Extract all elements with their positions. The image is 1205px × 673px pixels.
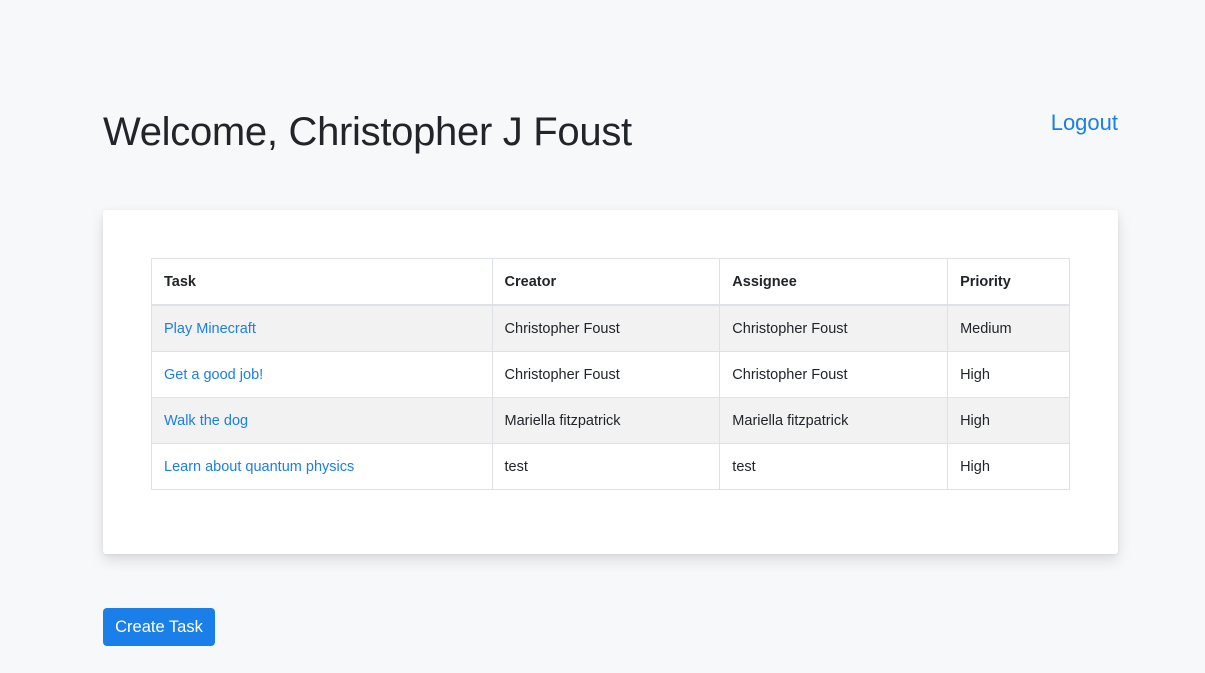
create-task-button[interactable]: Create Task <box>103 608 215 646</box>
creator-cell: Christopher Foust <box>491 351 721 398</box>
column-header-priority: Priority <box>947 258 1070 306</box>
priority-cell: Medium <box>947 304 1070 352</box>
tasks-table: Task Creator Assignee Priority Play Mine… <box>151 258 1070 490</box>
column-header-assignee: Assignee <box>719 258 949 306</box>
priority-cell: High <box>947 443 1070 490</box>
table-header-row: Task Creator Assignee Priority <box>151 258 1070 306</box>
creator-cell: test <box>491 443 721 490</box>
table-row: Walk the dog Mariella fitzpatrick Mariel… <box>151 397 1070 444</box>
logout-link[interactable]: Logout <box>1051 108 1118 138</box>
priority-cell: High <box>947 351 1070 398</box>
table-row: Get a good job! Christopher Foust Christ… <box>151 351 1070 398</box>
creator-cell: Mariella fitzpatrick <box>491 397 721 444</box>
page-title: Welcome, Christopher J Foust <box>103 110 632 154</box>
assignee-cell: Christopher Foust <box>719 304 949 352</box>
priority-cell: High <box>947 397 1070 444</box>
column-header-creator: Creator <box>491 258 721 306</box>
task-link[interactable]: Learn about quantum physics <box>164 459 354 475</box>
task-link[interactable]: Walk the dog <box>164 413 248 429</box>
task-cell: Walk the dog <box>151 397 493 444</box>
creator-cell: Christopher Foust <box>491 304 721 352</box>
table-row: Play Minecraft Christopher Foust Christo… <box>151 304 1070 352</box>
task-cell: Learn about quantum physics <box>151 443 493 490</box>
column-header-task: Task <box>151 258 493 306</box>
assignee-cell: Christopher Foust <box>719 351 949 398</box>
task-cell: Play Minecraft <box>151 304 493 352</box>
table-row: Learn about quantum physics test test Hi… <box>151 443 1070 490</box>
assignee-cell: Mariella fitzpatrick <box>719 397 949 444</box>
task-link[interactable]: Play Minecraft <box>164 321 256 337</box>
tasks-card: Task Creator Assignee Priority Play Mine… <box>103 210 1118 554</box>
assignee-cell: test <box>719 443 949 490</box>
page-header: Welcome, Christopher J Foust Logout <box>103 104 1118 164</box>
task-link[interactable]: Get a good job! <box>164 367 263 383</box>
task-cell: Get a good job! <box>151 351 493 398</box>
